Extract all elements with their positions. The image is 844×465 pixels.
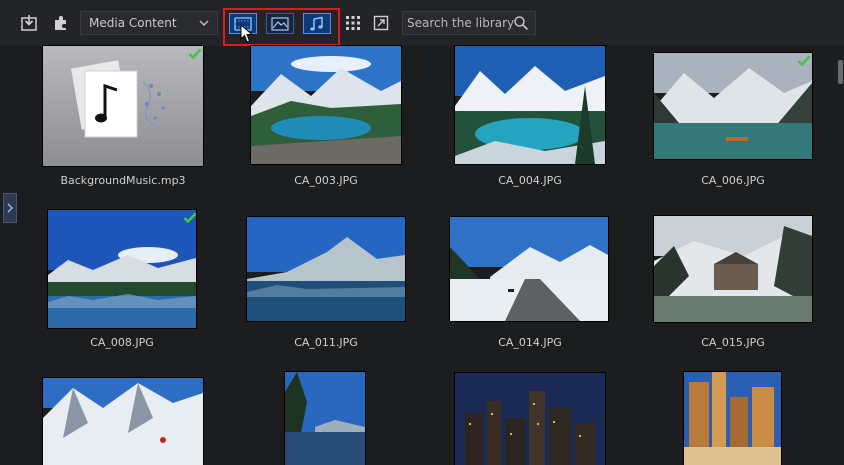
grid-view-icon: [346, 16, 360, 30]
sidebar-expand-button[interactable]: [3, 193, 17, 223]
landscape-thumbnail-icon: [654, 216, 812, 322]
landscape-thumbnail-icon: [455, 46, 605, 164]
image-thumbnail[interactable]: [455, 373, 605, 465]
landscape-thumbnail-icon: [43, 378, 203, 465]
image-thumbnail[interactable]: [455, 46, 605, 164]
plugin-button[interactable]: [50, 12, 72, 34]
city-thumbnail-icon: [455, 373, 605, 465]
item-caption: CA_015.JPG: [701, 336, 765, 349]
landscape-thumbnail-icon: [251, 46, 401, 164]
item-caption: CA_003.JPG: [294, 174, 358, 187]
image-thumbnail[interactable]: [43, 378, 203, 465]
media-content-dropdown[interactable]: Media Content: [80, 11, 218, 35]
grid-view-button[interactable]: [342, 12, 364, 34]
item-caption: CA_008.JPG: [90, 336, 154, 349]
search-icon[interactable]: [513, 15, 529, 31]
expand-icon: [373, 15, 389, 31]
chevron-right-icon: [7, 203, 13, 213]
landscape-thumbnail-icon: [48, 210, 196, 328]
import-icon: [21, 15, 37, 31]
scrollbar-thumb[interactable]: [838, 60, 843, 84]
media-content-label: Media Content: [89, 16, 177, 30]
landscape-thumbnail-icon: [285, 372, 365, 465]
image-thumbnail[interactable]: [684, 372, 781, 465]
image-thumbnail[interactable]: [654, 53, 812, 159]
city-thumbnail-icon: [684, 372, 781, 465]
image-thumbnail[interactable]: [285, 372, 365, 465]
import-media-button[interactable]: [18, 12, 40, 34]
image-thumbnail[interactable]: [251, 46, 401, 164]
search-placeholder: Search the library: [407, 16, 515, 30]
puzzle-icon: [55, 16, 66, 30]
landscape-thumbnail-icon: [654, 53, 812, 159]
used-checkmark-icon: [188, 48, 202, 60]
image-thumbnail[interactable]: [247, 217, 405, 321]
item-caption: CA_004.JPG: [498, 174, 562, 187]
image-thumbnail[interactable]: [48, 210, 196, 328]
image-thumbnail[interactable]: [450, 217, 608, 321]
library-toolbar: Media Content Search the library: [0, 0, 844, 46]
item-caption: CA_011.JPG: [294, 336, 358, 349]
image-thumbnail[interactable]: [654, 216, 812, 322]
library-search-input[interactable]: Search the library: [402, 11, 536, 35]
audio-thumbnail[interactable]: [43, 46, 203, 166]
item-caption: BackgroundMusic.mp3: [60, 174, 186, 187]
item-caption: CA_014.JPG: [498, 336, 562, 349]
music-file-icon: [70, 60, 165, 138]
chevron-down-icon: [199, 20, 209, 27]
used-checkmark-icon: [797, 55, 811, 67]
landscape-thumbnail-icon: [450, 217, 608, 321]
expand-view-button[interactable]: [370, 12, 392, 34]
used-checkmark-icon: [183, 212, 197, 224]
library-scrollbar[interactable]: [836, 46, 844, 465]
item-caption: CA_006.JPG: [701, 174, 765, 187]
landscape-thumbnail-icon: [247, 217, 405, 321]
mouse-cursor-icon: [240, 24, 254, 43]
